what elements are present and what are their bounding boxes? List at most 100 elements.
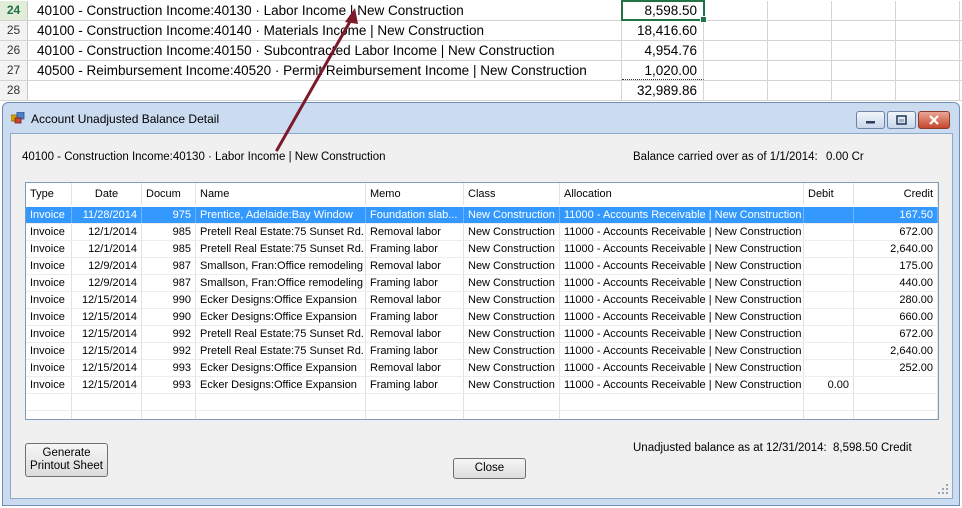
amount-cell[interactable]: 4,954.76	[622, 41, 704, 60]
cell-name	[196, 411, 366, 419]
sheet-row[interactable]: 24 40100 - Construction Income:40130 · La…	[0, 0, 962, 21]
cell-credit	[854, 394, 938, 411]
column-header-memo[interactable]: Memo	[366, 183, 464, 205]
unadjusted-balance-label: Unadjusted balance as at 12/31/2014:	[633, 442, 827, 454]
empty-cell[interactable]	[832, 41, 896, 60]
cell-date: 12/1/2014	[72, 224, 142, 241]
cell-doc: 987	[142, 258, 196, 275]
minimize-button[interactable]	[856, 111, 885, 129]
cell-debit	[804, 326, 854, 343]
empty-cell[interactable]	[896, 1, 960, 20]
empty-cell[interactable]	[896, 41, 960, 60]
resize-grip-icon[interactable]	[938, 484, 948, 494]
fill-handle[interactable]	[700, 16, 707, 23]
empty-cell[interactable]	[704, 41, 768, 60]
cell-credit: 672.00	[854, 326, 938, 343]
amount-cell[interactable]: 18,416.60	[622, 21, 704, 40]
column-header-allocation[interactable]: Allocation	[560, 183, 804, 205]
empty-cell[interactable]	[704, 1, 768, 20]
column-header-credit[interactable]: Credit	[854, 183, 938, 205]
empty-cell[interactable]	[896, 21, 960, 40]
amount-cell[interactable]: 1,020.00	[622, 61, 704, 80]
cell-debit	[804, 292, 854, 309]
account-cell[interactable]	[28, 81, 622, 100]
table-row[interactable]	[26, 394, 938, 411]
empty-cell[interactable]	[768, 61, 832, 80]
empty-cell[interactable]	[832, 21, 896, 40]
empty-cell[interactable]	[704, 81, 768, 100]
column-header-type[interactable]: Type	[26, 183, 72, 205]
grid-header: Type Date Docum Name Memo Class Allocation Debi…	[26, 183, 938, 205]
cell-type: Invoice	[26, 224, 72, 241]
sheet-row[interactable]: 27 40500 - Reimbursement Income:40520 · P…	[0, 61, 962, 81]
cell-doc: 993	[142, 377, 196, 394]
table-row[interactable]: Invoice 12/15/2014 992 Pretell Real Estate:…	[26, 326, 938, 343]
cell-name: Ecker Designs:Office Expansion	[196, 377, 366, 394]
account-cell[interactable]: 40500 - Reimbursement Income:40520 · Per…	[28, 61, 622, 80]
transactions-grid[interactable]: Type Date Docum Name Memo Class Allocation Debi…	[25, 182, 939, 420]
table-row[interactable]: Invoice 12/1/2014 985 Pretell Real Estate:7…	[26, 224, 938, 241]
cell-type	[26, 411, 72, 419]
cell-class: New Construction	[464, 275, 560, 292]
cell-doc: 987	[142, 275, 196, 292]
empty-cell[interactable]	[768, 1, 832, 20]
empty-cell[interactable]	[832, 81, 896, 100]
table-row[interactable]: Invoice 12/15/2014 993 Ecker Designs:Office…	[26, 377, 938, 394]
empty-cell[interactable]	[768, 21, 832, 40]
table-row[interactable]: Invoice 12/9/2014 987 Smallson, Fran:Office…	[26, 258, 938, 275]
empty-cell[interactable]	[704, 61, 768, 80]
cell-name: Ecker Designs:Office Expansion	[196, 309, 366, 326]
cell-allocation: 11000 - Accounts Receivable | New Constr…	[560, 343, 804, 360]
close-window-button[interactable]	[918, 111, 950, 129]
cell-type: Invoice	[26, 258, 72, 275]
table-row[interactable]	[26, 411, 938, 419]
cell-date: 11/28/2014	[72, 207, 142, 224]
cell-debit	[804, 360, 854, 377]
row-number[interactable]: 25	[0, 21, 28, 40]
account-label: 40100 - Construction Income:40130 · Labo…	[22, 151, 386, 163]
sheet-row[interactable]: 25 40100 - Construction Income:40140 · Ma…	[0, 21, 962, 41]
amount-cell[interactable]: 32,989.86	[622, 81, 704, 100]
sheet-row[interactable]: 26 40100 - Construction Income:40150 · Su…	[0, 41, 962, 61]
column-header-debit[interactable]: Debit	[804, 183, 854, 205]
close-button-label: Close	[474, 462, 505, 474]
table-row[interactable]: Invoice 12/9/2014 987 Smallson, Fran:Office…	[26, 275, 938, 292]
row-number[interactable]: 24	[0, 1, 28, 20]
empty-cell[interactable]	[896, 81, 960, 100]
maximize-button[interactable]	[887, 111, 916, 129]
table-row[interactable]: Invoice 12/1/2014 985 Pretell Real Estate:7…	[26, 241, 938, 258]
empty-cell[interactable]	[832, 1, 896, 20]
table-row[interactable]: Invoice 12/15/2014 992 Pretell Real Estate:…	[26, 343, 938, 360]
account-cell[interactable]: 40100 - Construction Income:40140 · Mate…	[28, 21, 622, 40]
account-cell[interactable]: 40100 - Construction Income:40150 · Subc…	[28, 41, 622, 60]
empty-cell[interactable]	[768, 41, 832, 60]
table-row[interactable]: Invoice 12/15/2014 990 Ecker Designs:Office…	[26, 292, 938, 309]
column-header-name[interactable]: Name	[196, 183, 366, 205]
cell-type: Invoice	[26, 377, 72, 394]
empty-cell[interactable]	[704, 21, 768, 40]
generate-printout-button[interactable]: Generate Printout Sheet	[25, 443, 108, 477]
amount-cell[interactable]: 8,598.50	[621, 0, 705, 21]
row-number[interactable]: 26	[0, 41, 28, 60]
cell-date: 12/15/2014	[72, 360, 142, 377]
table-row[interactable]: Invoice 12/15/2014 993 Ecker Designs:Office…	[26, 360, 938, 377]
row-number[interactable]: 28	[0, 81, 28, 100]
cell-name: Smallson, Fran:Office remodeling	[196, 275, 366, 292]
dialog-body: 40100 - Construction Income:40130 · Labo…	[10, 133, 953, 499]
close-button[interactable]: Close	[453, 458, 526, 479]
account-cell[interactable]: 40100 - Construction Income:40130 · Labo…	[28, 1, 622, 20]
empty-cell[interactable]	[896, 61, 960, 80]
minimize-icon	[866, 121, 875, 124]
column-header-date[interactable]: Date	[72, 183, 142, 205]
table-row[interactable]: Invoice 11/28/2014 975 Prentice, Adelaide:B…	[26, 207, 938, 224]
cell-name	[196, 394, 366, 411]
sheet-row[interactable]: 28 32,989.86	[0, 81, 962, 101]
cell-class: New Construction	[464, 292, 560, 309]
column-header-doc[interactable]: Docum	[142, 183, 196, 205]
column-header-class[interactable]: Class	[464, 183, 560, 205]
row-number[interactable]: 27	[0, 61, 28, 80]
title-bar[interactable]: Account Unadjusted Balance Detail	[3, 103, 959, 133]
table-row[interactable]: Invoice 12/15/2014 990 Ecker Designs:Office…	[26, 309, 938, 326]
empty-cell[interactable]	[832, 61, 896, 80]
empty-cell[interactable]	[768, 81, 832, 100]
